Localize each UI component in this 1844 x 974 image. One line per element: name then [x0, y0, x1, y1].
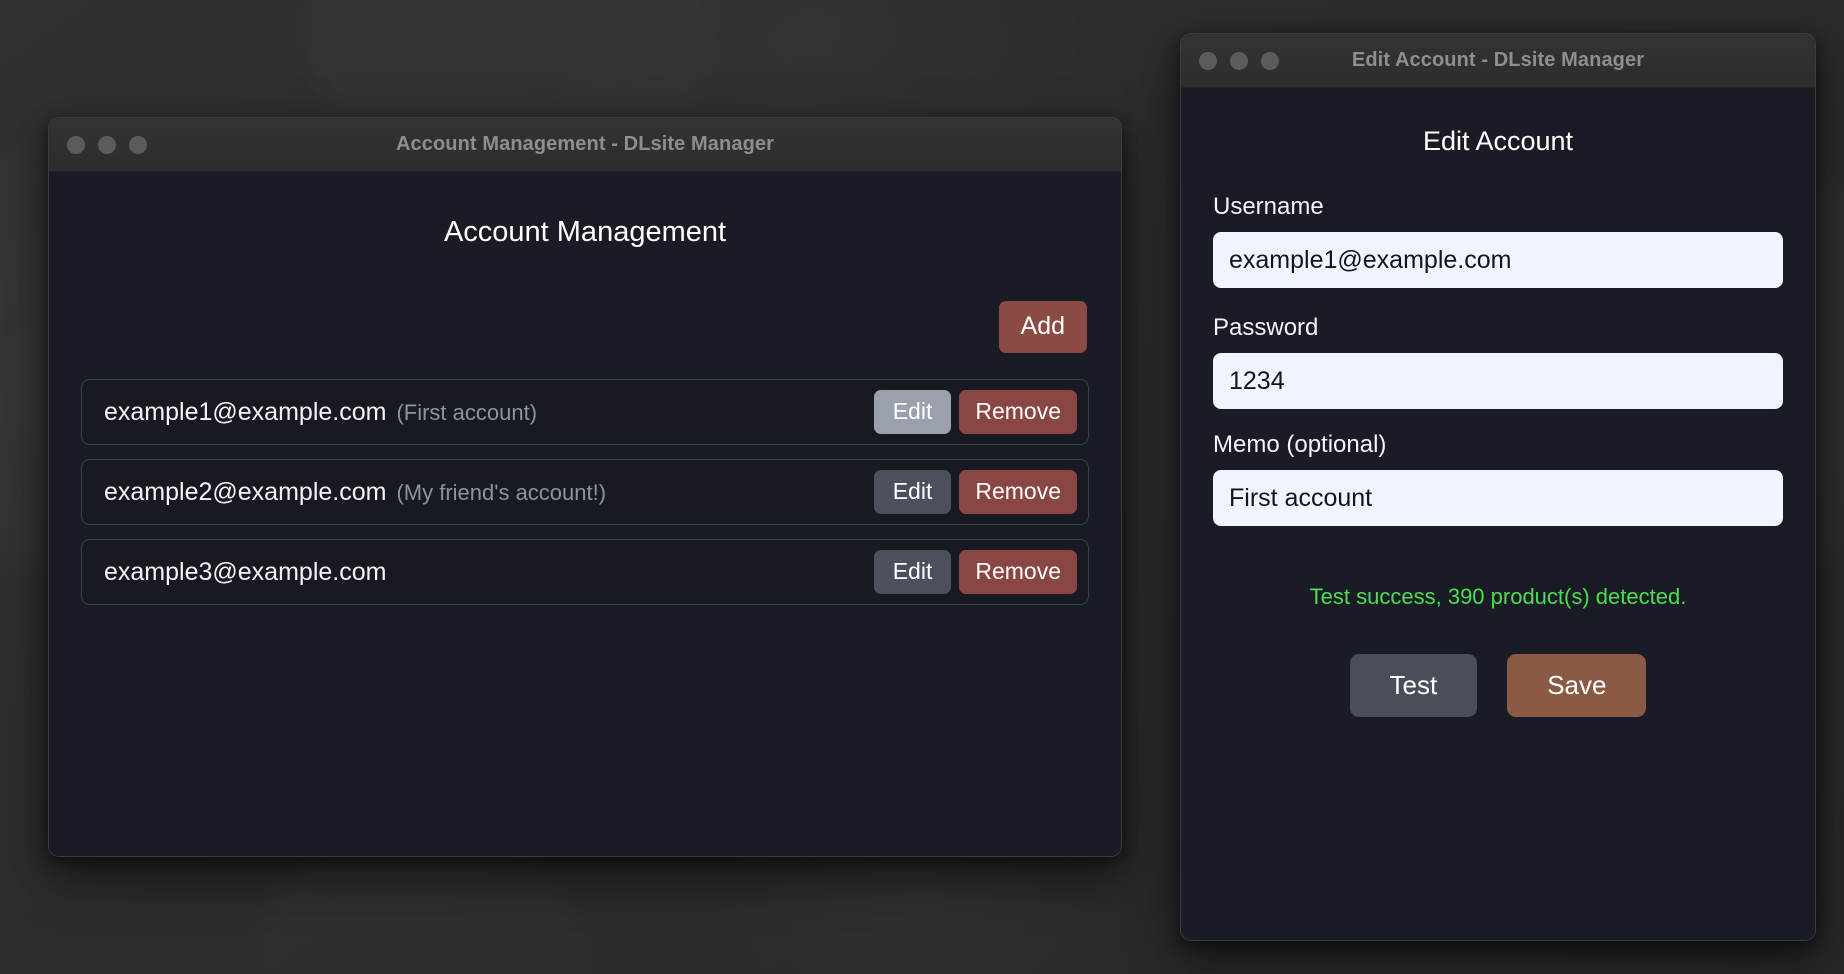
account-list-item[interactable]: example2@example.com (My friend's accoun…	[81, 459, 1089, 525]
maximize-button-icon[interactable]	[129, 135, 147, 154]
username-field-group: Username	[1213, 193, 1783, 288]
memo-input[interactable]	[1213, 470, 1783, 526]
test-connection-button[interactable]: Test	[1349, 654, 1478, 717]
account-management-window: Account Management - DLsite Manager Acco…	[48, 117, 1122, 857]
save-account-button[interactable]: Save	[1507, 654, 1647, 717]
close-button-icon[interactable]	[67, 135, 85, 154]
edit-account-window: Edit Account - DLsite Manager Edit Accou…	[1180, 33, 1816, 941]
minimize-button-icon[interactable]	[1230, 51, 1248, 70]
password-field-group: Password	[1213, 314, 1783, 409]
edit-account-button[interactable]: Edit	[873, 470, 952, 514]
account-info: example1@example.com (First account)	[104, 398, 874, 427]
test-status-message: Test success, 390 product(s) detected.	[1309, 584, 1687, 609]
page-title: Account Management	[443, 216, 727, 248]
window-controls	[1199, 51, 1279, 70]
window-controls	[67, 135, 147, 154]
memo-label: Memo (optional)	[1213, 431, 1387, 458]
remove-account-button[interactable]: Remove	[959, 470, 1077, 514]
account-list-item[interactable]: example3@example.com Edit Remove	[81, 539, 1089, 605]
account-memo: (First account)	[396, 399, 538, 425]
edit-account-button[interactable]: Edit	[873, 550, 952, 594]
account-username: example1@example.com	[104, 397, 387, 426]
maximize-button-icon[interactable]	[1261, 51, 1279, 70]
account-toolbar: Add	[81, 301, 1089, 353]
password-input[interactable]	[1213, 353, 1783, 409]
account-info: example2@example.com (My friend's accoun…	[104, 478, 874, 507]
account-list: example1@example.com (First account) Edi…	[81, 379, 1089, 605]
account-list-item[interactable]: example1@example.com (First account) Edi…	[81, 379, 1089, 445]
dialog-heading: Edit Account	[1422, 126, 1574, 156]
account-info: example3@example.com	[104, 558, 874, 587]
username-input[interactable]	[1213, 232, 1783, 288]
account-row-actions: Edit Remove	[873, 390, 1077, 434]
remove-account-button[interactable]: Remove	[959, 390, 1077, 434]
edit-window-titlebar[interactable]: Edit Account - DLsite Manager	[1181, 34, 1815, 88]
account-window-titlebar[interactable]: Account Management - DLsite Manager	[49, 118, 1121, 172]
remove-account-button[interactable]: Remove	[959, 550, 1077, 594]
account-window-body: Account Management Add example1@example.…	[49, 172, 1121, 856]
dialog-action-buttons: Test Save	[1213, 654, 1783, 717]
edit-window-body: Edit Account Username Password Memo (opt…	[1181, 88, 1815, 940]
account-row-actions: Edit Remove	[873, 470, 1077, 514]
close-button-icon[interactable]	[1199, 51, 1217, 70]
minimize-button-icon[interactable]	[98, 135, 116, 154]
memo-field-group: Memo (optional)	[1213, 431, 1783, 526]
account-username: example3@example.com	[104, 557, 387, 586]
account-row-actions: Edit Remove	[873, 550, 1077, 594]
edit-account-button[interactable]: Edit	[873, 390, 952, 434]
password-label: Password	[1213, 314, 1319, 341]
account-memo: (My friend's account!)	[396, 479, 607, 505]
add-account-button[interactable]: Add	[998, 301, 1087, 353]
account-window-title: Account Management - DLsite Manager	[395, 133, 774, 155]
account-username: example2@example.com	[104, 477, 387, 506]
username-label: Username	[1213, 193, 1324, 220]
